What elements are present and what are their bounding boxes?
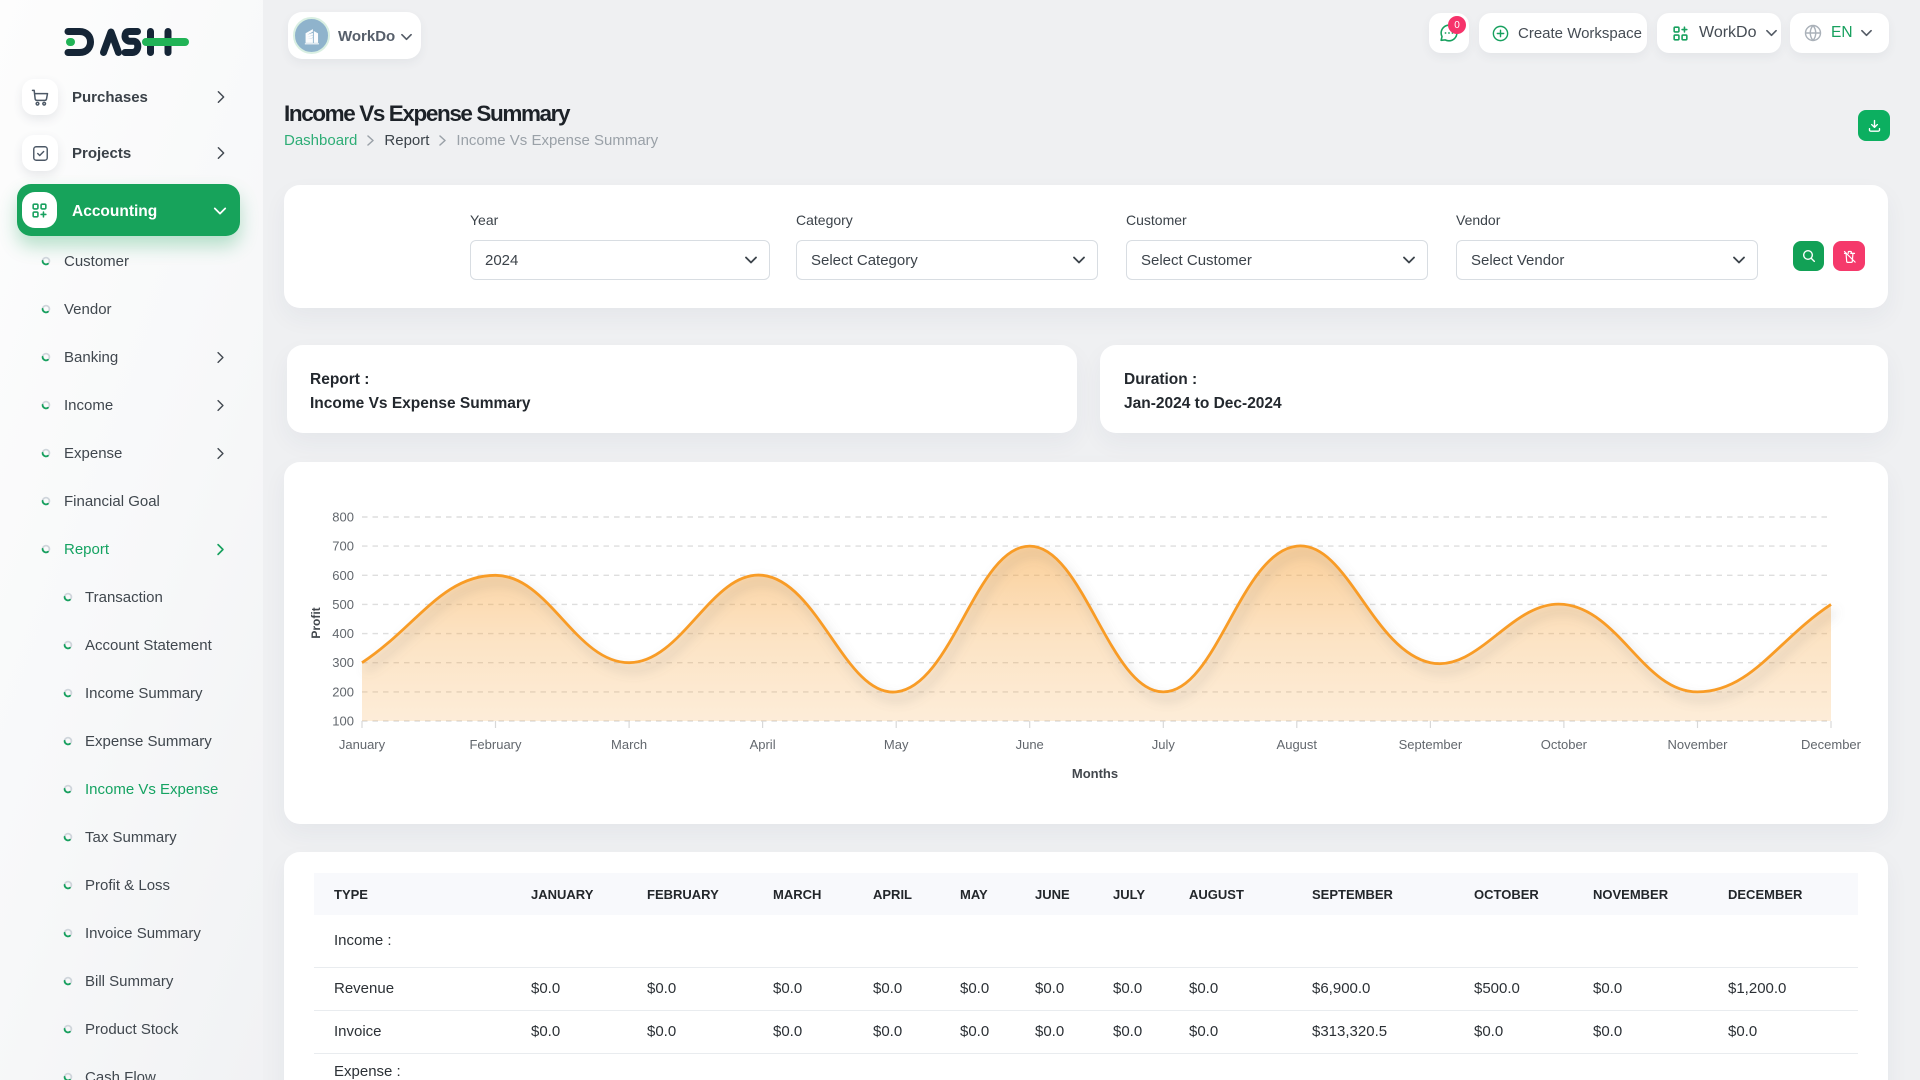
svg-text:February: February <box>469 737 522 752</box>
svg-text:July: July <box>1152 737 1176 752</box>
svg-text:800: 800 <box>332 510 354 525</box>
svg-text:April: April <box>750 737 776 752</box>
svg-text:Profit: Profit <box>309 607 323 638</box>
svg-text:December: December <box>1801 737 1862 752</box>
svg-text:March: March <box>611 737 647 752</box>
svg-text:January: January <box>339 737 386 752</box>
svg-text:600: 600 <box>332 568 354 583</box>
svg-text:100: 100 <box>332 714 354 729</box>
svg-text:August: August <box>1277 737 1318 752</box>
svg-text:700: 700 <box>332 539 354 554</box>
svg-text:June: June <box>1016 737 1044 752</box>
svg-text:500: 500 <box>332 597 354 612</box>
svg-text:300: 300 <box>332 655 354 670</box>
svg-text:September: September <box>1399 737 1463 752</box>
svg-text:Months: Months <box>1072 766 1118 781</box>
svg-text:May: May <box>884 737 909 752</box>
svg-text:200: 200 <box>332 684 354 699</box>
svg-text:October: October <box>1541 737 1588 752</box>
svg-text:November: November <box>1668 737 1729 752</box>
svg-text:400: 400 <box>332 626 354 641</box>
